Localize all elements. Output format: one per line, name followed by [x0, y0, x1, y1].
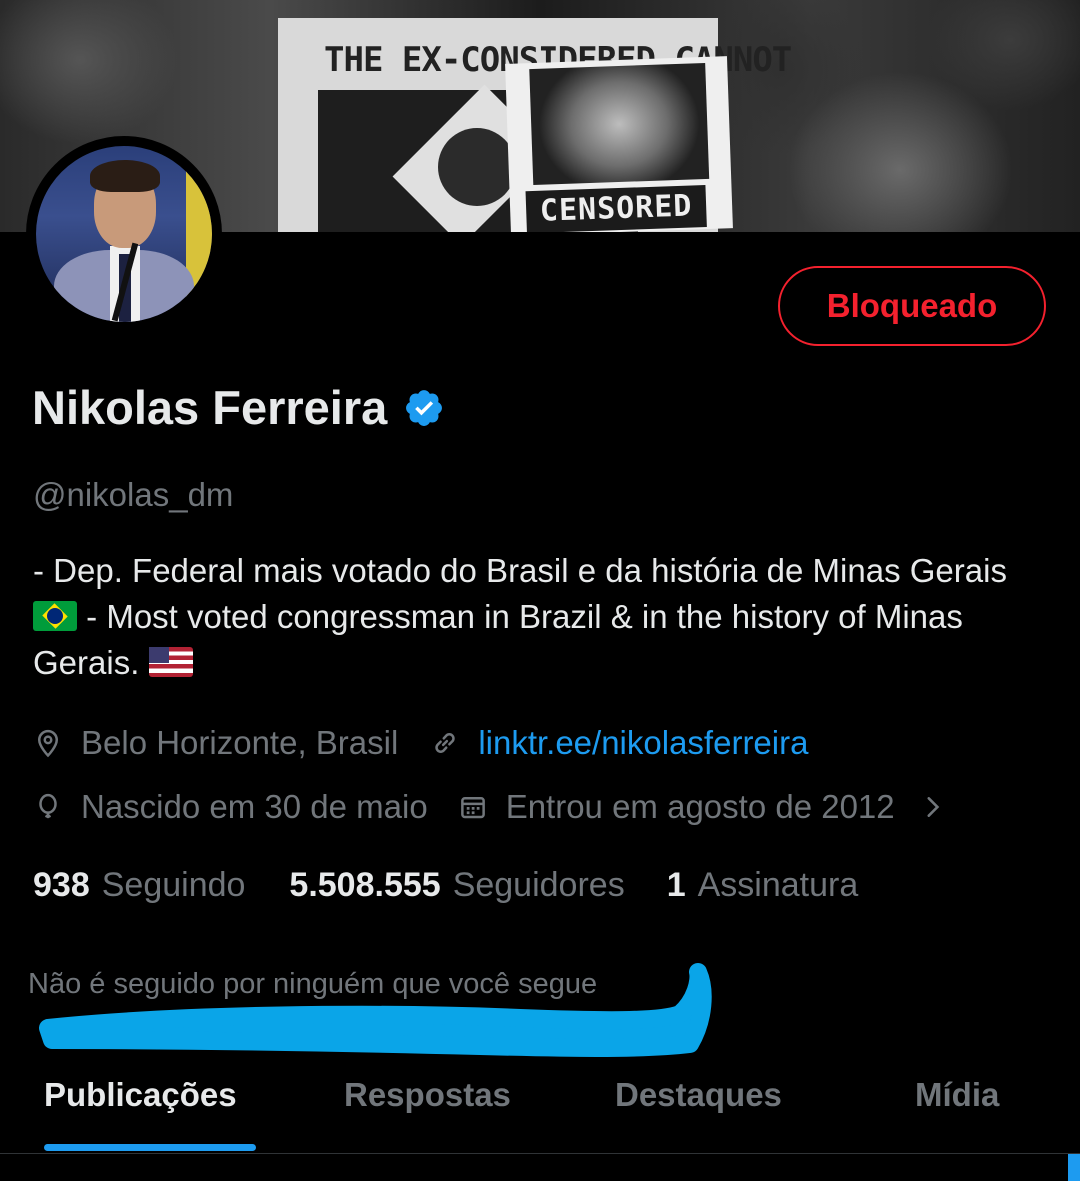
tab-midia[interactable]: Mídia [915, 1076, 999, 1114]
joined-text: Entrou em agosto de 2012 [505, 788, 895, 825]
profile-bio: - Dep. Federal mais votado do Brasil e d… [33, 548, 1043, 686]
following-label: Seguindo [101, 866, 246, 904]
chevron-right-icon[interactable] [919, 794, 945, 820]
tab-respostas[interactable]: Respostas [344, 1076, 511, 1114]
profile-name: Nikolas Ferreira [32, 381, 388, 434]
calendar-icon [460, 797, 485, 819]
tabs-divider [0, 1153, 1080, 1154]
link-icon [435, 733, 456, 753]
balloon-icon [39, 793, 57, 819]
location-text: Belo Horizonte, Brasil [81, 724, 399, 761]
following-stat[interactable]: 938 Seguindo [33, 866, 245, 905]
profile-meta-row-1: Belo Horizonte, Brasil linktr.ee/nikolas… [33, 724, 808, 762]
profile-handle: @nikolas_dm [33, 476, 234, 513]
tab-destaques[interactable]: Destaques [615, 1076, 782, 1114]
blue-highlight-scribble [39, 963, 712, 1057]
scrollbar[interactable] [1068, 1154, 1080, 1181]
blocked-button[interactable]: Bloqueado [778, 266, 1046, 346]
poster-face-image [529, 62, 710, 186]
followers-label: Seguidores [452, 866, 625, 904]
avatar-photo [36, 146, 212, 322]
bio-text-part1: - Dep. Federal mais votado do Brasil e d… [33, 552, 1007, 589]
joined-item: Entrou em agosto de 2012 [458, 788, 895, 826]
location-pin-icon [37, 729, 59, 758]
poster-label: CENSORED [525, 185, 707, 232]
us-flag-emoji-icon [148, 647, 193, 677]
brazil-flag-emoji-icon [33, 601, 77, 631]
profile-stats: 938 Seguindo 5.508.555 Seguidores 1 Assi… [33, 866, 858, 905]
profile-meta-row-2: Nascido em 30 de maio Entrou em agosto d… [33, 788, 945, 826]
website-item[interactable]: linktr.ee/nikolasferreira [430, 724, 808, 762]
location-item: Belo Horizonte, Brasil [33, 724, 398, 762]
active-tab-indicator [44, 1144, 256, 1151]
subscriptions-count: 1 [666, 866, 686, 904]
subscriptions-label: Assinatura [697, 866, 859, 904]
tab-publicacoes[interactable]: Publicações [44, 1076, 237, 1114]
subscriptions-stat[interactable]: 1 Assinatura [667, 866, 859, 905]
censored-poster: CENSORED [505, 56, 733, 232]
profile-name-row: Nikolas Ferreira [32, 380, 445, 435]
birthday-text: Nascido em 30 de maio [81, 788, 428, 825]
followers-count: 5.508.555 [289, 866, 441, 904]
profile-tabs: Publicações Respostas Destaques Mídia [0, 1060, 1080, 1156]
birthday-item: Nascido em 30 de maio [33, 788, 428, 826]
verified-badge-icon[interactable] [403, 387, 445, 429]
avatar[interactable] [26, 136, 222, 332]
following-count: 938 [33, 866, 90, 904]
followers-stat[interactable]: 5.508.555 Seguidores [289, 866, 624, 905]
website-link[interactable]: linktr.ee/nikolasferreira [478, 724, 808, 762]
